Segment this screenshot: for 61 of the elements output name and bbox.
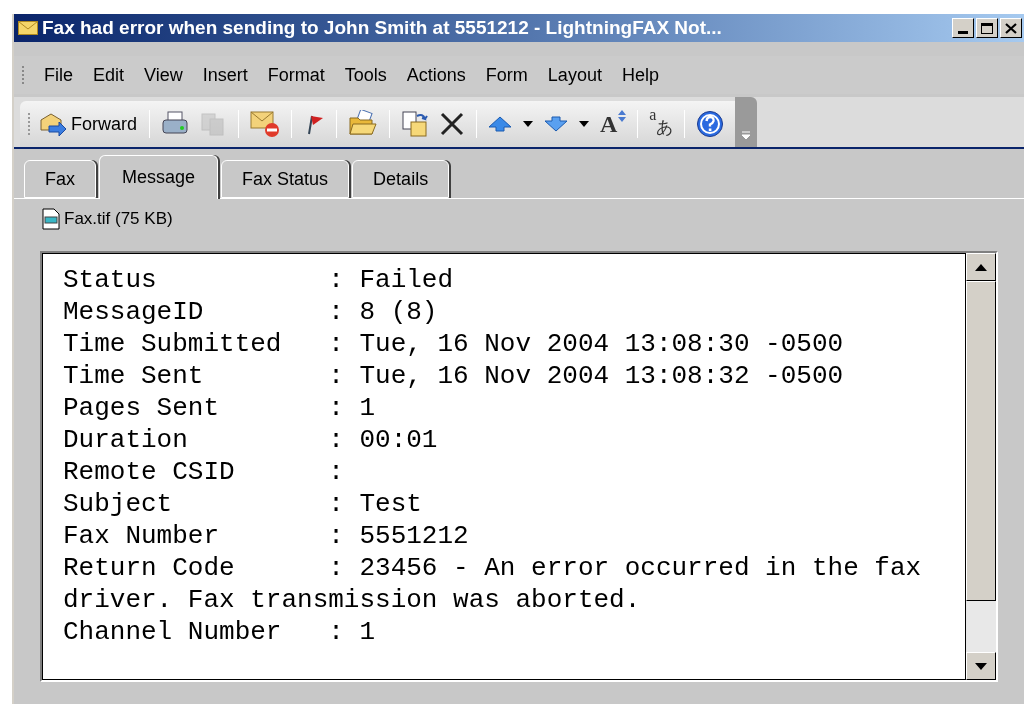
- message-line: Duration : 00:01: [63, 424, 439, 456]
- printer-icon: [161, 111, 189, 137]
- translate-button[interactable]: a あ: [646, 106, 677, 142]
- window-title: Fax had error when sending to John Smith at 5551212 - LightningFAX Not...: [42, 15, 723, 40]
- font-size-button[interactable]: A: [597, 106, 630, 142]
- folder-icon: [348, 110, 378, 138]
- overflow-chevron-icon: [741, 131, 752, 139]
- close-icon: [1005, 22, 1017, 34]
- message-line: Channel Number : 1: [63, 616, 377, 648]
- help-icon: [696, 110, 725, 138]
- envelope-icon: [18, 21, 38, 35]
- menu-item[interactable]: Edit: [84, 61, 134, 89]
- menu-item[interactable]: Form: [476, 61, 537, 89]
- tab[interactable]: Message: [99, 155, 219, 199]
- tab[interactable]: Fax: [24, 160, 96, 198]
- message-line: Status : Failed: [63, 264, 455, 296]
- caret-icon: [579, 121, 589, 127]
- forward-button[interactable]: Forward: [35, 106, 141, 142]
- message-line: Return Code : 23456 - An error occurred in the fax driver. Fax transmission was aborted.: [63, 552, 923, 616]
- vertical-scrollbar[interactable]: [966, 253, 996, 680]
- message-line: Remote CSID :: [63, 456, 345, 488]
- maximize-button[interactable]: [976, 18, 998, 38]
- image-file-icon: [42, 208, 60, 230]
- menu-item[interactable]: Format: [258, 61, 334, 89]
- attachment-name[interactable]: Fax.tif (75 KB): [64, 206, 173, 232]
- message-line: Subject : Test: [63, 488, 423, 520]
- down-arrow-icon: [975, 662, 987, 670]
- message-line: Time Submitted : Tue, 16 Nov 2004 13:08:30 -0500: [63, 328, 845, 360]
- menu-item[interactable]: Insert: [193, 61, 257, 89]
- message-line: MessageID : 8 (8): [63, 296, 439, 328]
- down-arrow-icon: [544, 116, 568, 132]
- message-line: Time Sent : Tue, 16 Nov 2004 13:08:32 -0500: [63, 360, 845, 392]
- menu-item[interactable]: Help: [612, 61, 668, 89]
- up-arrow-icon: [975, 263, 987, 271]
- scroll-thumb[interactable]: [966, 281, 996, 601]
- message-line: Pages Sent : 1: [63, 392, 377, 424]
- envelope-block-icon: [250, 110, 280, 138]
- delete-icon: [439, 111, 465, 137]
- toolbar-overflow-handle[interactable]: [735, 97, 758, 147]
- close-button[interactable]: [1000, 18, 1022, 38]
- scroll-up-button[interactable]: [966, 253, 996, 281]
- caret-icon: [523, 121, 533, 127]
- minimize-button[interactable]: [952, 18, 974, 38]
- maximize-icon: [981, 22, 993, 34]
- move-document-icon: [401, 110, 429, 138]
- message-line: Fax Number : 5551212: [63, 520, 470, 552]
- menu-item[interactable]: Tools: [335, 61, 396, 89]
- tab[interactable]: Details: [352, 160, 450, 198]
- grip-icon[interactable]: [28, 113, 31, 135]
- up-down-arrows-icon: [618, 110, 627, 122]
- menu-item[interactable]: Layout: [538, 61, 611, 89]
- minimize-icon: [958, 31, 968, 34]
- up-arrow-icon: [488, 116, 512, 132]
- forward-icon: [39, 112, 67, 136]
- copy-icon: [199, 111, 227, 137]
- menu-item[interactable]: View: [135, 61, 192, 89]
- menu-item[interactable]: Actions: [397, 61, 475, 89]
- menu-item[interactable]: File: [35, 61, 82, 89]
- tab[interactable]: Fax Status: [221, 160, 350, 198]
- scroll-down-button[interactable]: [966, 652, 996, 680]
- grip-icon[interactable]: [22, 66, 25, 84]
